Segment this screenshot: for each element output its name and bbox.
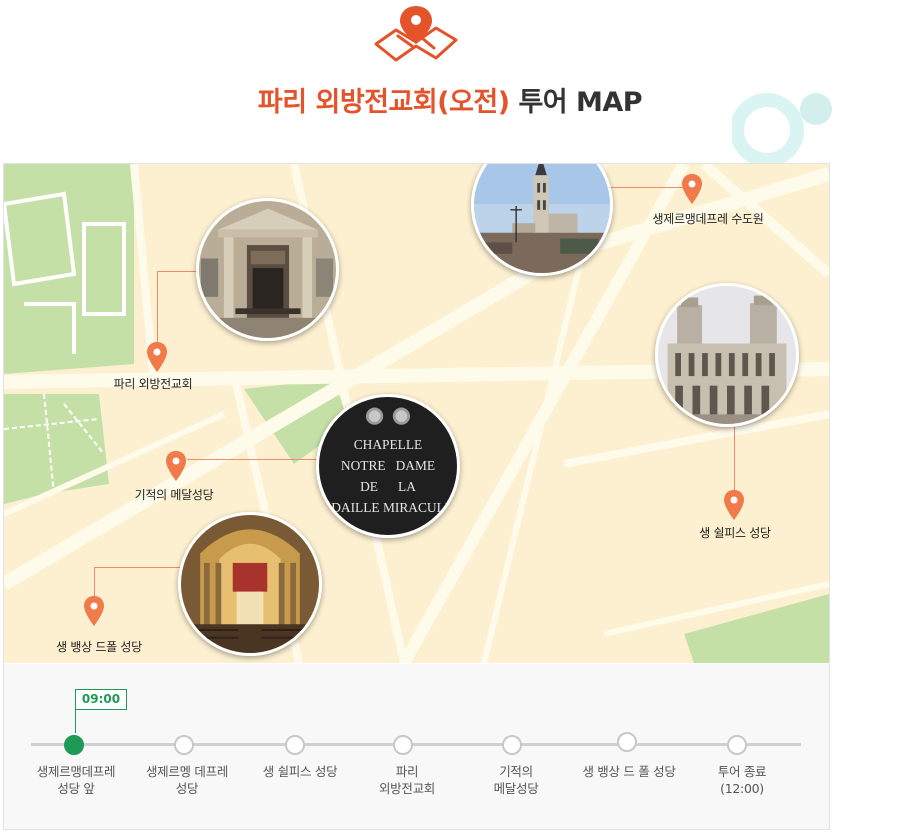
timeline-stop-label: 생 뱅상 드 폴 성당 <box>569 763 689 780</box>
stop-line-1: 생제르맹데프레 <box>36 764 116 779</box>
map-pin-icon[interactable] <box>147 342 167 372</box>
stop-line-2: 성당 앞 <box>57 781 95 796</box>
stop-line-2: 메달성당 <box>493 781 539 796</box>
title-accent: 파리 외방전교회(오전) <box>257 87 510 118</box>
map-pin-icon[interactable] <box>166 451 186 481</box>
timeline-stop-label: 투어 종료 (12:00) <box>682 763 802 797</box>
timeline-track <box>31 743 801 746</box>
timeline-stop[interactable] <box>617 732 637 752</box>
place-label-saint-vincent-de-paul: 생 뱅상 드폴 성당 <box>56 640 142 654</box>
timeline-stop-label: 생제르멩 데프레성당 <box>127 763 247 797</box>
timeline-stop[interactable] <box>64 735 84 755</box>
connector-line <box>94 567 95 597</box>
flag-pole <box>75 709 76 733</box>
stop-line-1: 기적의 <box>499 764 533 779</box>
timeline-stop[interactable] <box>393 735 413 755</box>
sign-line-3: DE LA <box>360 479 416 494</box>
title-rest: 투어 MAP <box>509 87 643 118</box>
timeline-stop-label: 파리외방전교회 <box>347 763 467 797</box>
connector-line <box>94 567 180 568</box>
map-pin-icon[interactable] <box>682 174 702 204</box>
stop-line-2: (12:00) <box>720 781 764 796</box>
timeline-stop[interactable] <box>727 735 747 755</box>
stop-line-1: 생제르멩 데프레 <box>145 764 229 779</box>
timeline-stop[interactable] <box>174 735 194 755</box>
place-label-missions-etrangeres: 파리 외방전교회 <box>113 377 193 391</box>
saint-vincent-de-paul-chapel-photo <box>178 512 322 656</box>
missions-etrangeres-de-paris-photo <box>196 198 339 341</box>
stop-line-1: 파리 <box>395 764 419 779</box>
saint-sulpice-church-photo <box>655 283 799 427</box>
map-pin-icon <box>374 6 458 62</box>
sign-line-2: NOTRE DAME <box>341 458 435 473</box>
tour-map: CHAPELLE NOTRE DAME DE LA EDAILLE MIRACU… <box>3 163 830 830</box>
connector-line <box>187 459 317 460</box>
connector-line <box>734 426 735 498</box>
map-pin-icon[interactable] <box>724 490 744 520</box>
chapelle-notre-dame-medaille-miraculeuse-photo: CHAPELLE NOTRE DAME DE LA EDAILLE MIRACU… <box>316 394 460 538</box>
stop-line-2: 외방전교회 <box>378 781 435 796</box>
start-time-flag: 09:00 <box>75 689 127 710</box>
place-label-medaille-miraculeuse: 기적의 메달성당 <box>134 488 214 502</box>
timeline-stop[interactable] <box>285 735 305 755</box>
connector-line <box>610 187 692 188</box>
timeline-stop-label: 기적의메달성당 <box>456 763 576 797</box>
decorative-circles <box>732 93 832 167</box>
stop-line-1: 생 쉴피스 성당 <box>262 764 338 779</box>
stop-line-1: 투어 종료 <box>717 764 767 779</box>
stop-line-2: 성당 <box>175 781 199 796</box>
sign-line-1: CHAPELLE <box>354 437 423 452</box>
connector-line <box>157 271 158 346</box>
sign-line-4: EDAILLE MIRACULE <box>323 500 453 515</box>
timeline-stop-label: 생 쉴피스 성당 <box>240 763 360 780</box>
place-label-saint-sulpice: 생 쉴피스 성당 <box>699 526 771 540</box>
timeline-stop[interactable] <box>502 735 522 755</box>
place-label-saint-germain-abbey: 생제르맹데프레 수도원 <box>652 212 764 226</box>
tour-timeline: 09:00 생제르맹데프레성당 앞 생제르멩 데프레성당 생 쉴피스 성당 파리… <box>4 664 829 829</box>
map-pin-icon[interactable] <box>84 596 104 626</box>
stop-line-1: 생 뱅상 드 폴 성당 <box>582 764 676 779</box>
timeline-stop-label: 생제르맹데프레성당 앞 <box>16 763 136 797</box>
